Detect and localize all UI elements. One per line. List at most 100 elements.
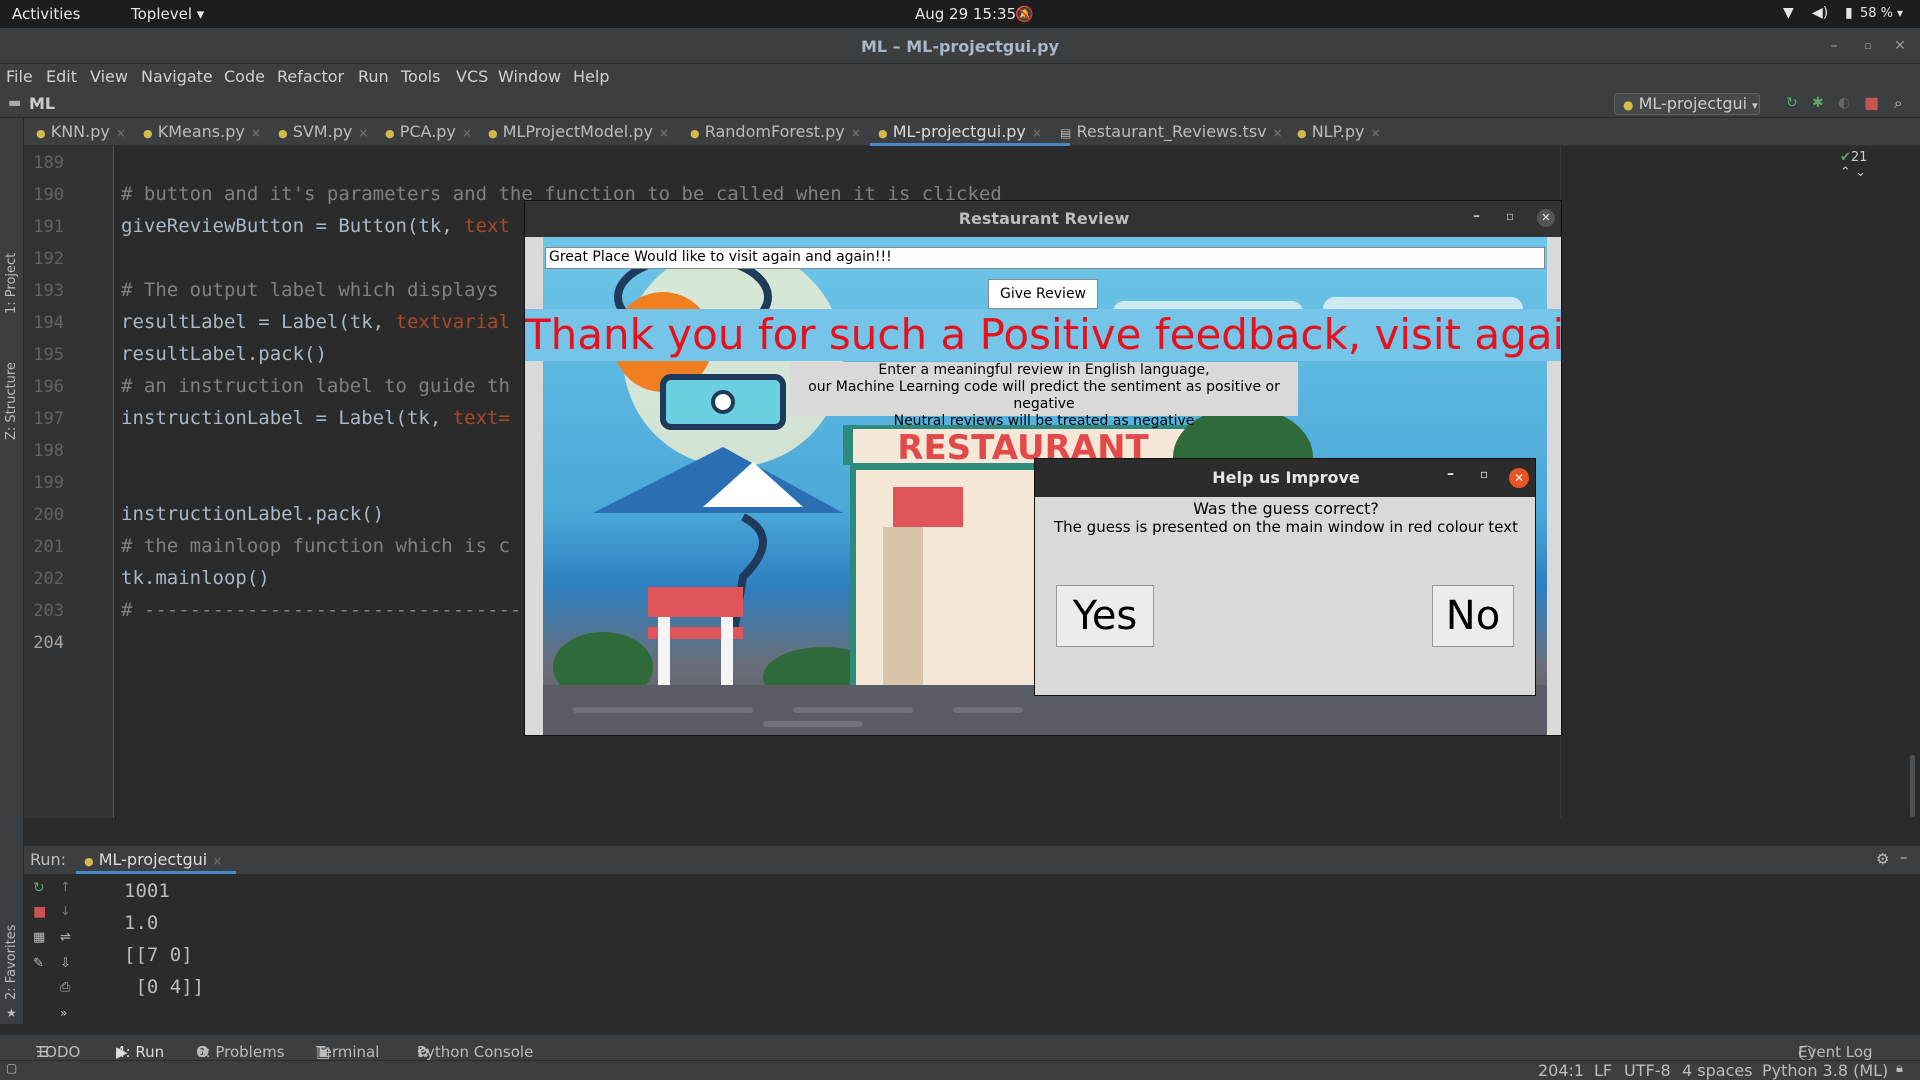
layout-toggle-icon[interactable]: ▢ — [6, 1061, 17, 1075]
soft-wrap-icon[interactable]: ⇌ — [60, 930, 71, 945]
tab-ml-projectgui[interactable]: ● ML-projectgui.py × — [878, 122, 1042, 141]
breadcrumb-project[interactable]: ML — [29, 94, 55, 113]
menu-view[interactable]: View — [90, 67, 128, 86]
run-config-select[interactable]: ● ML-projectgui ▾ — [1614, 93, 1760, 115]
minimize-icon[interactable]: – — [1473, 208, 1480, 224]
bottom-tool-bar: ☰ TODO ▶ 4: Run ❶ 6: Problems ▣ Terminal… — [0, 1034, 1920, 1061]
close-tab-icon[interactable]: × — [358, 126, 368, 140]
tab-svm[interactable]: ● SVM.py × — [278, 122, 368, 141]
inspection-widget[interactable]: ✔21 ⌃ ⌄ — [1840, 150, 1867, 180]
menu-window[interactable]: Window — [498, 67, 561, 86]
review-input[interactable]: Great Place Would like to visit again an… — [545, 247, 1545, 269]
editor-scrollbar-thumb[interactable] — [1910, 755, 1915, 817]
close-tab-icon[interactable]: × — [659, 126, 669, 140]
code-line-194: resultLabel = Label(tk, textvarial — [121, 311, 510, 333]
python-file-icon: ● — [385, 127, 395, 140]
battery-icon[interactable]: ▮ — [1845, 5, 1853, 21]
system-menu-chevron-icon[interactable]: ▾ — [1897, 6, 1903, 20]
python-icon: ● — [1623, 98, 1634, 112]
menu-tools[interactable]: Tools — [401, 67, 440, 86]
rerun-icon[interactable]: ↻ — [1786, 95, 1798, 111]
line-number: 190 — [33, 185, 64, 205]
stop-icon[interactable]: ■ — [1864, 93, 1879, 112]
close-tab-icon[interactable]: × — [462, 126, 472, 140]
tab-randomforest[interactable]: ● RandomForest.py × — [690, 122, 861, 141]
menu-refactor[interactable]: Refactor — [277, 67, 344, 86]
hide-panel-icon[interactable]: – — [1900, 848, 1908, 866]
menu-file[interactable]: File — [6, 67, 33, 86]
maximize-icon[interactable]: ▫ — [1506, 209, 1514, 223]
code-token: text= — [452, 407, 510, 429]
menu-vcs[interactable]: VCS — [456, 67, 488, 86]
rerun-icon[interactable]: ↻ — [33, 880, 45, 896]
scroll-to-end-icon[interactable]: ⇩ — [60, 956, 71, 971]
coverage-icon[interactable]: ◐ — [1838, 95, 1850, 111]
editor-tabs: ● KNN.py × ● KMeans.py × ● SVM.py × ● PCA.p… — [24, 118, 1920, 146]
maximize-icon[interactable]: ▫ — [1858, 36, 1878, 56]
scroll-up-icon[interactable]: ↑ — [60, 880, 71, 895]
menu-code[interactable]: Code — [224, 67, 265, 86]
help-dialog-titlebar[interactable]: Help us Improve – ▫ ✕ — [1035, 459, 1535, 497]
print-icon[interactable]: ⎙ — [60, 980, 70, 995]
tab-mlprojectmodel[interactable]: ● MLProjectModel.py × — [488, 122, 669, 141]
yes-button[interactable]: Yes — [1056, 585, 1154, 647]
debug-icon[interactable]: ✱ — [1812, 95, 1824, 111]
close-tab-icon[interactable]: × — [851, 126, 861, 140]
close-icon[interactable]: ✕ — [1890, 36, 1910, 56]
close-tab-icon[interactable]: × — [251, 126, 261, 140]
window-title: ML – ML-projectgui.py — [860, 37, 1060, 56]
run-tab[interactable]: ● ML-projectgui × — [84, 850, 222, 869]
menu-run[interactable]: Run — [358, 67, 389, 86]
close-tab-icon[interactable]: × — [212, 854, 222, 868]
app-menu-button[interactable]: Toplevel ▾ — [131, 5, 204, 23]
run-console[interactable]: ↻ ■ ▦ ✎ ↑ ↓ ⇌ ⇩ ⎙ » 1001 1.0 [[7 0] [0 4… — [24, 874, 1920, 1034]
activities-button[interactable]: Activities — [12, 5, 80, 23]
minimize-icon[interactable]: – — [1824, 36, 1844, 56]
more-icon[interactable]: » — [60, 1006, 67, 1020]
file-encoding[interactable]: UTF-8 — [1624, 1061, 1671, 1080]
tab-kmeans[interactable]: ● KMeans.py × — [143, 122, 261, 141]
run-panel-header: Run: ● ML-projectgui × ⚙ – — [24, 846, 1920, 874]
close-icon[interactable]: ✕ — [1509, 468, 1529, 488]
python-file-icon: ● — [488, 127, 498, 140]
menu-edit[interactable]: Edit — [46, 67, 77, 86]
close-tab-icon[interactable]: × — [1370, 126, 1380, 140]
caret-position[interactable]: 204:1 — [1538, 1061, 1584, 1080]
close-tab-icon[interactable]: × — [116, 126, 126, 140]
search-icon[interactable]: ⌕ — [1894, 94, 1902, 112]
give-review-button[interactable]: Give Review — [988, 279, 1098, 309]
lock-icon[interactable]: 🔒︎ — [1896, 1061, 1903, 1076]
pin-icon[interactable]: ✎ — [33, 956, 44, 971]
tab-restaurant-reviews[interactable]: ▤ Restaurant_Reviews.tsv × — [1060, 122, 1283, 141]
close-tab-icon[interactable]: × — [1273, 126, 1283, 140]
tab-knn[interactable]: ● KNN.py × — [36, 122, 126, 141]
favorites-tool-button[interactable]: 2: Favorites — [4, 924, 19, 1000]
tab-label: ML-projectgui.py — [892, 122, 1026, 141]
close-icon[interactable]: ✕ — [1537, 209, 1555, 227]
line-separator[interactable]: LF — [1594, 1061, 1612, 1080]
close-tab-icon[interactable]: × — [1032, 126, 1042, 140]
layout-icon[interactable]: ▦ — [33, 930, 45, 945]
indent-setting[interactable]: 4 spaces — [1682, 1061, 1753, 1080]
app-menu-label: Toplevel — [131, 5, 192, 23]
check-icon: ✔ — [1840, 150, 1851, 165]
menu-help[interactable]: Help — [573, 67, 609, 86]
wifi-icon[interactable]: ▼ — [1783, 5, 1794, 21]
tab-nlp[interactable]: ● NLP.py × — [1297, 122, 1381, 141]
structure-tool-button[interactable]: Z: Structure — [4, 362, 19, 440]
no-button[interactable]: No — [1432, 585, 1514, 647]
menu-navigate[interactable]: Navigate — [141, 67, 213, 86]
tab-pca[interactable]: ● PCA.py × — [385, 122, 472, 141]
scroll-down-icon[interactable]: ↓ — [60, 904, 71, 919]
volume-icon[interactable]: ◀) — [1812, 5, 1828, 21]
window-title-bar: ML – ML-projectgui.py – ▫ ✕ — [0, 28, 1920, 64]
restaurant-window-titlebar[interactable]: Restaurant Review – ▫ ✕ — [525, 201, 1561, 237]
minimize-icon[interactable]: – — [1447, 466, 1454, 482]
clock[interactable]: Aug 29 15:35 — [915, 5, 1016, 23]
maximize-icon[interactable]: ▫ — [1480, 467, 1488, 481]
stop-icon[interactable]: ■ — [33, 904, 46, 920]
project-tool-button[interactable]: 1: Project — [4, 253, 19, 314]
result-label: Thank you for such a Positive feedback, … — [525, 309, 1562, 361]
python-interpreter[interactable]: Python 3.8 (ML) — [1762, 1061, 1888, 1080]
gear-icon[interactable]: ⚙ — [1876, 850, 1889, 868]
